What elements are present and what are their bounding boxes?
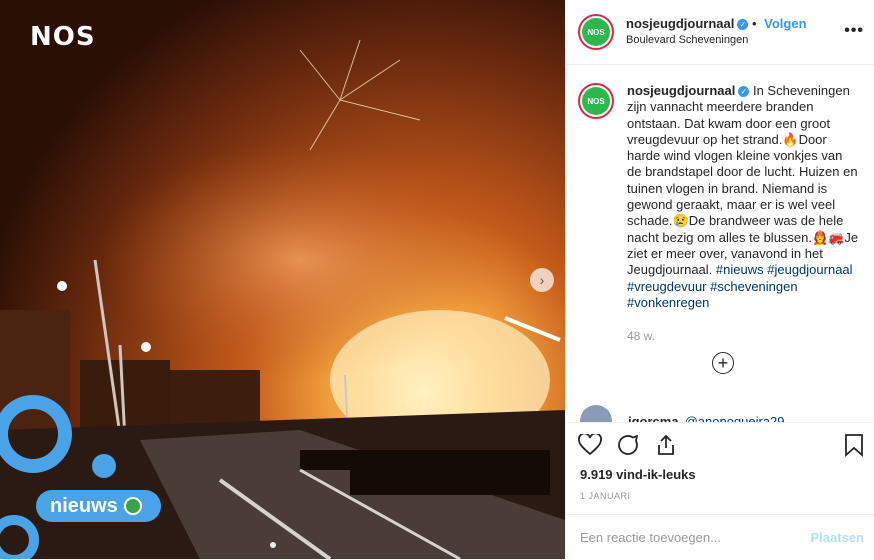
caption-text-block: nosjeugdjournaal ✓ In Scheveningen zijn v… [627, 83, 859, 311]
caption-username[interactable]: nosjeugdjournaal [627, 83, 735, 98]
caption-block: NOS nosjeugdjournaal ✓ In Scheveningen zi… [566, 65, 874, 311]
location-link[interactable]: Boulevard Scheveningen [626, 32, 807, 48]
hashtag[interactable]: #jeugdjournaal [767, 262, 852, 277]
share-icon[interactable] [654, 433, 678, 457]
ellipsis-icon[interactable]: ••• [844, 22, 864, 40]
post-header: NOS nosjeugdjournaal ✓ • Volgen Boulevard… [566, 0, 874, 65]
fire-scene-image [0, 0, 565, 559]
comment-avatar[interactable] [580, 405, 612, 422]
chevron-right-icon[interactable]: › [530, 268, 554, 292]
caption-avatar-text: NOS [582, 87, 610, 115]
comment-row: igorcma @anonogueira29 [580, 405, 785, 422]
load-more-comments-icon[interactable]: + [712, 352, 734, 374]
comment-mention[interactable]: @anonogueira29 [685, 414, 785, 423]
heart-icon[interactable] [578, 434, 602, 456]
nieuws-badge: nieuws [36, 490, 161, 522]
globe-icon [123, 497, 142, 515]
caption-avatar[interactable]: NOS [578, 83, 614, 119]
likes-count[interactable]: 9.919 vind-ik-leuks [580, 467, 696, 482]
caption-age: 48 w. [627, 329, 656, 344]
post-actions: 9.919 vind-ik-leuks 1 JANUARI [566, 422, 874, 515]
post-panel: NOS nosjeugdjournaal ✓ • Volgen Boulevard… [565, 0, 874, 559]
comment-username[interactable]: igorcma [628, 414, 679, 423]
header-names: nosjeugdjournaal ✓ • Volgen Boulevard Sch… [626, 16, 807, 48]
caption-text: In Scheveningen zijn vannacht meerdere b… [627, 83, 859, 278]
separator-dot: • [751, 16, 757, 31]
verified-icon: ✓ [738, 86, 750, 98]
add-comment-bar: Een reactie toevoegen... Plaatsen [566, 514, 874, 560]
comment-input[interactable]: Een reactie toevoegen... [580, 530, 721, 545]
comments-section: NOS nosjeugdjournaal ✓ In Scheveningen zi… [566, 65, 874, 422]
verified-icon: ✓ [737, 19, 749, 31]
post-date: 1 JANUARI [580, 491, 631, 501]
nieuws-badge-label: nieuws [50, 494, 118, 517]
post-photo[interactable]: NOS nieuws › [0, 0, 565, 559]
nos-logo-text: NOS [30, 22, 96, 52]
username-link[interactable]: nosjeugdjournaal [626, 16, 734, 31]
nos-logo: NOS [30, 22, 96, 52]
carousel-dots [270, 542, 276, 548]
hashtag[interactable]: #vonkenregen [627, 295, 709, 310]
bookmark-icon[interactable] [844, 433, 864, 462]
comment-icon[interactable] [616, 433, 640, 457]
follow-button[interactable]: Volgen [764, 16, 806, 31]
hashtag[interactable]: #nieuws [716, 262, 764, 277]
hashtag[interactable]: #scheveningen [710, 279, 797, 294]
carousel-dot [270, 542, 276, 548]
avatar[interactable]: NOS [578, 14, 614, 50]
hashtag[interactable]: #vreugdevuur [627, 279, 707, 294]
post-comment-button[interactable]: Plaatsen [811, 530, 864, 545]
avatar-text: NOS [582, 18, 610, 46]
